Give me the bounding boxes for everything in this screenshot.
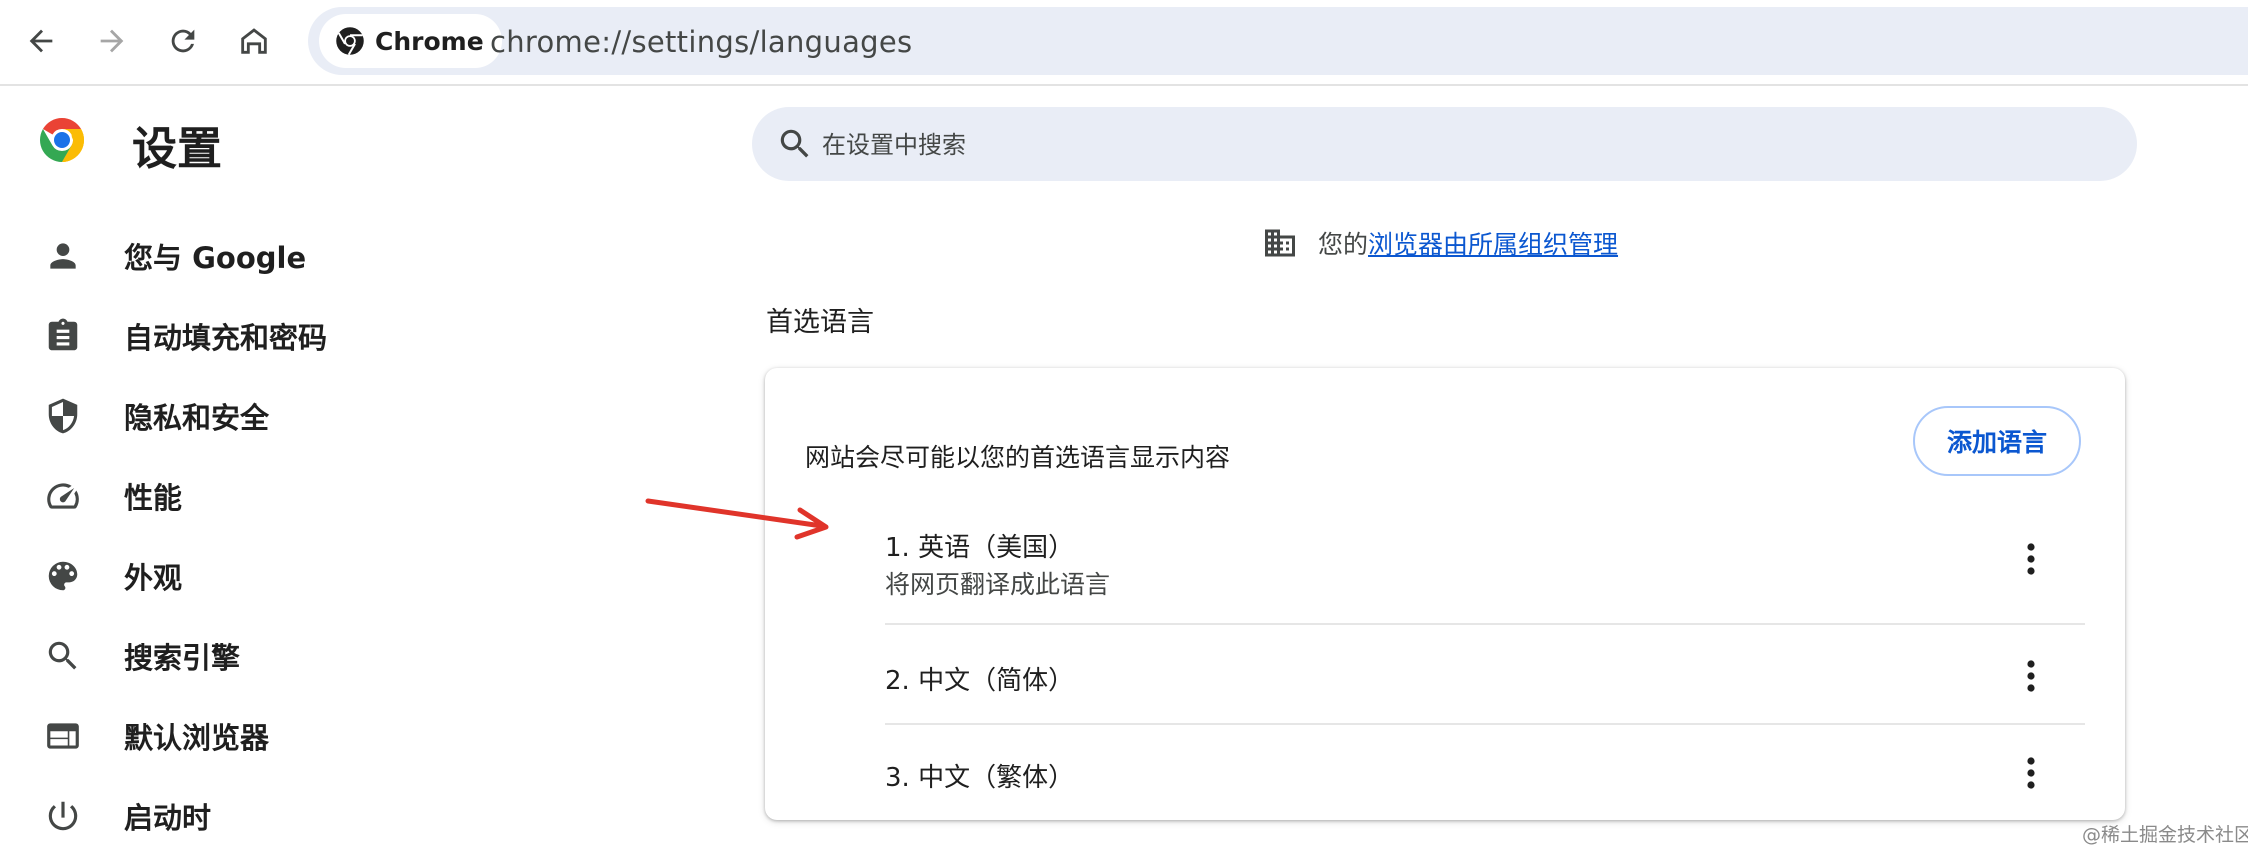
language-row: 3. 中文（繁体） (885, 753, 2085, 801)
managed-prefix: 您的 (1318, 230, 1369, 259)
palette-icon (44, 557, 82, 595)
chrome-logo-icon (40, 118, 84, 162)
sidebar-item-you-and-google[interactable]: 您与 Google (0, 216, 680, 296)
reload-button[interactable] (155, 13, 211, 69)
settings-search[interactable] (752, 107, 2137, 181)
sidebar-item-label: 您与 Google (124, 241, 307, 275)
sidebar-item-label: 外观 (124, 561, 183, 595)
more-options-button[interactable] (2011, 652, 2051, 700)
home-button[interactable] (226, 13, 282, 69)
managed-notice: 您的 浏览器由所属组织管理 (1262, 225, 1618, 261)
sidebar-item-label: 搜索引擎 (124, 641, 241, 675)
languages-description: 网站会尽可能以您的首选语言显示内容 (805, 443, 1231, 472)
more-options-button[interactable] (2011, 749, 2051, 797)
page-title: 设置 (132, 122, 223, 175)
site-chip[interactable]: Chrome (319, 14, 502, 68)
sidebar-item-on-startup[interactable]: 启动时 (0, 776, 680, 856)
home-icon (241, 28, 267, 54)
clipboard-icon (44, 317, 82, 355)
sidebar-item-search-engine[interactable]: 搜索引擎 (0, 616, 680, 696)
url-text[interactable]: chrome://settings/languages (490, 25, 912, 59)
divider (885, 623, 2085, 625)
sidebar-item-performance[interactable]: 性能 (0, 456, 680, 536)
divider (885, 723, 2085, 725)
sidebar-item-label: 隐私和安全 (124, 401, 270, 435)
language-subtext: 将网页翻译成此语言 (885, 570, 1111, 599)
building-icon (1265, 229, 1295, 257)
language-name: 1. 英语（美国） (885, 533, 1075, 563)
more-options-button[interactable] (2011, 535, 2051, 583)
language-name: 3. 中文（繁体） (885, 763, 1075, 793)
arrow-left-icon (29, 29, 53, 53)
speedometer-icon (44, 477, 82, 515)
sidebar-item-label: 自动填充和密码 (124, 321, 328, 355)
managed-link[interactable]: 浏览器由所属组织管理 (1368, 225, 1618, 261)
add-language-button[interactable]: 添加语言 (1913, 406, 2081, 476)
language-row: 2. 中文（简体） (885, 656, 2085, 704)
browser-window-icon (44, 717, 82, 755)
sidebar-item-label: 默认浏览器 (124, 721, 270, 755)
more-vert-icon (2027, 660, 2035, 692)
chrome-logo-icon (336, 27, 364, 56)
language-name: 2. 中文（简体） (885, 666, 1075, 696)
languages-card: 网站会尽可能以您的首选语言显示内容 添加语言 1. 英语（美国） 将网页翻译成此… (765, 368, 2125, 820)
settings-header: 设置 (38, 116, 222, 175)
section-title: 首选语言 (766, 307, 874, 338)
annotation-arrow (645, 498, 829, 540)
power-icon (44, 797, 82, 835)
reload-icon (171, 29, 195, 53)
back-button[interactable] (13, 13, 69, 69)
sidebar-item-label: 性能 (124, 481, 183, 515)
search-input[interactable] (820, 119, 2104, 171)
sidebar-item-label: 启动时 (124, 801, 212, 835)
person-icon (44, 237, 82, 275)
search-icon (44, 637, 82, 675)
more-vert-icon (2027, 757, 2035, 789)
language-row: 1. 英语（美国） 将网页翻译成此语言 (885, 523, 2085, 599)
arrow-right-icon (100, 29, 124, 53)
search-icon (780, 129, 809, 158)
more-vert-icon (2027, 543, 2035, 575)
shield-icon (44, 397, 82, 435)
browser-toolbar: Chrome chrome://settings/languages (0, 0, 2248, 86)
sidebar-item-appearance[interactable]: 外观 (0, 536, 680, 616)
forward-button[interactable] (84, 13, 140, 69)
sidebar-item-privacy[interactable]: 隐私和安全 (0, 376, 680, 456)
sidebar-item-autofill[interactable]: 自动填充和密码 (0, 296, 680, 376)
address-bar[interactable]: Chrome chrome://settings/languages (308, 7, 2248, 75)
chip-label: Chrome (375, 26, 484, 56)
watermark: @稀土掘金技术社区 (2082, 824, 2248, 846)
sidebar-item-default-browser[interactable]: 默认浏览器 (0, 696, 680, 776)
sidebar-nav: 您与 Google 自动填充和密码 隐私和安全 性能 外观 搜索引擎 默认浏览器… (0, 216, 680, 856)
